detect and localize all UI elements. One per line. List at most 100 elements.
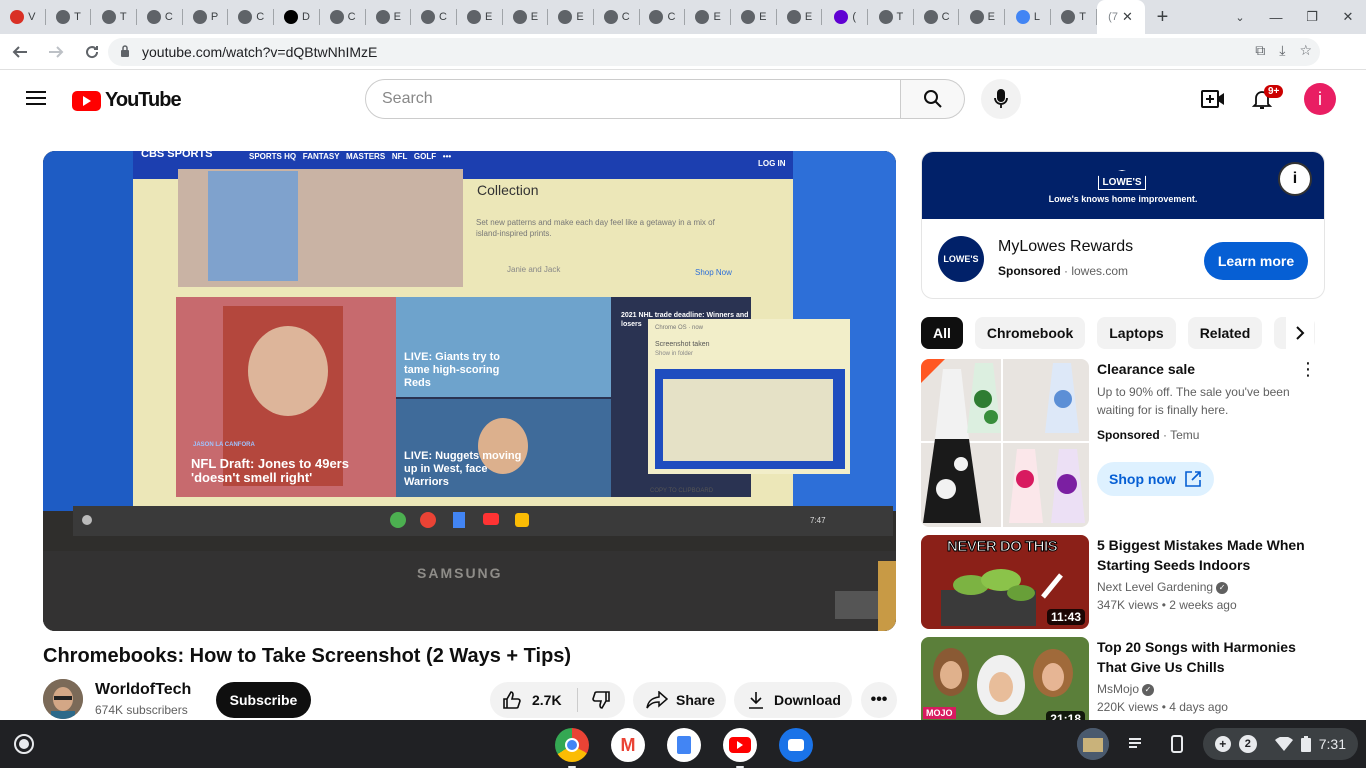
video-thumbnail[interactable]: NEVER DO THIS 11:43 (921, 535, 1089, 629)
dislike-button[interactable] (578, 690, 624, 710)
reload-button[interactable] (76, 36, 108, 68)
phone-hub-icon[interactable] (1161, 728, 1193, 760)
search-button[interactable] (901, 79, 965, 119)
browser-tab[interactable]: E (777, 0, 823, 34)
ad-info-icon[interactable]: i (1278, 162, 1312, 196)
chrome-app-icon[interactable] (555, 728, 589, 768)
tab-label: E (576, 11, 584, 23)
tab-favicon-icon (421, 10, 436, 24)
messages-app-icon[interactable] (779, 728, 813, 762)
browser-tab[interactable]: T (91, 0, 137, 34)
ad-title[interactable]: MyLowes Rewards (998, 238, 1133, 256)
status-area[interactable]: + 2 7:31 (1202, 728, 1358, 760)
sidebar-ad-thumbnail[interactable] (921, 359, 1089, 527)
restore-icon[interactable]: ❐ (1294, 9, 1330, 25)
channel-avatar[interactable] (43, 679, 83, 719)
launcher-button[interactable] (14, 734, 34, 754)
chip-chromebook[interactable]: Chromebook (974, 317, 1086, 349)
account-avatar[interactable]: i (1304, 83, 1336, 115)
active-tab-label: (7 (1108, 11, 1118, 23)
hamburger-menu-icon[interactable] (26, 91, 46, 105)
video-player[interactable]: CBS SPORTS SPORTS HQ FANTASY MASTERS NFL… (43, 151, 896, 631)
browser-tab[interactable]: ( (822, 0, 868, 34)
browser-tab[interactable]: C (640, 0, 686, 34)
shop-now-button[interactable]: Shop now (1097, 462, 1214, 496)
more-actions-button[interactable]: ••• (861, 682, 897, 718)
voice-search-button[interactable] (981, 79, 1021, 119)
browser-tab[interactable]: E (959, 0, 1005, 34)
browser-tab[interactable]: E (548, 0, 594, 34)
video-title-item[interactable]: 5 Biggest Mistakes Made When Starting Se… (1097, 535, 1307, 575)
tab-label: T (119, 11, 127, 23)
create-video-button[interactable] (1200, 87, 1226, 111)
sponsored-ad-card[interactable]: LOWE'S Lowe's knows home improvement. i … (921, 151, 1325, 299)
browser-tab[interactable]: C (914, 0, 960, 34)
learn-more-button[interactable]: Learn more (1204, 242, 1308, 280)
bookmark-star-icon[interactable]: ☆ (1299, 42, 1312, 59)
chip-related[interactable]: Related (1187, 317, 1263, 349)
video-thumbnail[interactable]: MOJO 21:18 (921, 637, 1089, 720)
tab-label: C (439, 11, 447, 23)
close-tab-icon[interactable]: ✕ (1122, 9, 1133, 25)
video-channel[interactable]: Next Level Gardening ✓ (1097, 578, 1229, 596)
browser-tab[interactable]: C (320, 0, 366, 34)
browser-tab[interactable]: C (137, 0, 183, 34)
sidebar-video-item[interactable]: NEVER DO THIS 11:43 5 Biggest Mistakes M… (921, 535, 1325, 629)
video-title-item[interactable]: Top 20 Songs with Harmonies That Give Us… (1097, 637, 1307, 677)
browser-tab[interactable]: E (503, 0, 549, 34)
active-tab[interactable]: (7 ✕ (1096, 0, 1145, 34)
omnibox[interactable]: youtube.com/watch?v=dQBtwNhIMzE ⧉ ⤓ ☆ (108, 38, 1320, 66)
cbs-login: LOG IN (758, 159, 786, 168)
video-title: Chromebooks: How to Take Screenshot (2 W… (43, 645, 572, 667)
browser-tab[interactable]: P (183, 0, 229, 34)
browser-tab[interactable]: T (868, 0, 914, 34)
download-button[interactable]: Download (734, 682, 852, 718)
video-channel[interactable]: MsMojo ✓ (1097, 680, 1155, 698)
browser-tab[interactable]: C (594, 0, 640, 34)
browser-tab[interactable]: E (685, 0, 731, 34)
notification-badge: 9+ (1264, 85, 1284, 98)
minimize-icon[interactable]: — (1258, 10, 1294, 25)
browser-tab[interactable]: L (1005, 0, 1051, 34)
new-tab-button[interactable]: + (1145, 0, 1181, 34)
tab-favicon-icon (1061, 10, 1076, 24)
browser-tab[interactable]: E (731, 0, 777, 34)
laptop-brand: SAMSUNG (417, 565, 503, 581)
back-button[interactable] (4, 36, 36, 68)
chips-next-button[interactable] (1286, 317, 1314, 349)
chip-all[interactable]: All (921, 317, 963, 349)
browser-tab[interactable]: V (0, 0, 46, 34)
like-button[interactable]: 2.7K (490, 688, 578, 712)
open-in-app-icon[interactable]: ⧉ (1255, 42, 1265, 59)
chip-laptops[interactable]: Laptops (1097, 317, 1176, 349)
sidebar-ad-more-icon[interactable]: ⋮ (1299, 359, 1317, 380)
browser-tab[interactable]: E (366, 0, 412, 34)
browser-tab[interactable]: T (46, 0, 92, 34)
ad-banner-tagline: Lowe's knows home improvement. (1048, 194, 1198, 204)
forward-button[interactable] (40, 36, 72, 68)
sidebar-ad-title[interactable]: Clearance sale (1097, 359, 1307, 379)
subscribe-button[interactable]: Subscribe (216, 682, 311, 718)
holding-space-thumbnail[interactable] (1076, 728, 1109, 760)
youtube-logo[interactable]: YouTube (72, 89, 182, 112)
tab-favicon-icon (192, 10, 207, 24)
search-input[interactable]: Search (365, 79, 901, 119)
ad-banner[interactable]: LOWE'S Lowe's knows home improvement. i (922, 152, 1324, 219)
browser-tab[interactable]: C (411, 0, 457, 34)
browser-tab[interactable]: T (1051, 0, 1097, 34)
close-window-icon[interactable]: ✕ (1330, 9, 1366, 25)
browser-tab[interactable]: D (274, 0, 320, 34)
youtube-app-icon[interactable] (723, 728, 757, 768)
sidebar-ad-item[interactable]: Clearance sale ⋮ Up to 90% off. The sale… (921, 359, 1325, 527)
tab-label: E (530, 11, 539, 23)
install-icon[interactable]: ⤓ (1279, 42, 1285, 59)
clipboard-icon[interactable] (1119, 728, 1151, 760)
gmail-app-icon[interactable]: M (611, 728, 645, 762)
docs-app-icon[interactable] (667, 728, 701, 762)
tab-search-icon[interactable]: ⌄ (1222, 11, 1258, 24)
browser-tab[interactable]: E (457, 0, 503, 34)
sidebar-video-item[interactable]: MOJO 21:18 Top 20 Songs with Harmonies T… (921, 637, 1325, 720)
channel-name[interactable]: WorldofTech (95, 681, 191, 699)
share-button[interactable]: Share (633, 682, 726, 718)
browser-tab[interactable]: C (228, 0, 274, 34)
